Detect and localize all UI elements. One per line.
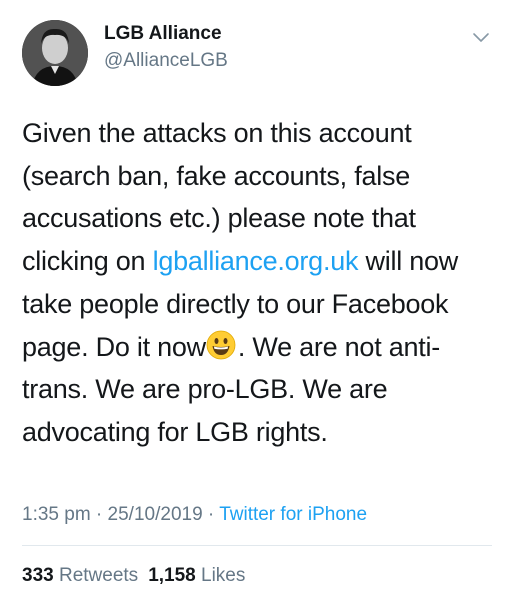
tweet-stats: 333 Retweets 1,158 Likes: [22, 565, 245, 587]
profile-photo: [22, 20, 88, 86]
meta-separator: ·: [202, 504, 220, 525]
tweet-link[interactable]: lgballiance.org.uk: [153, 246, 359, 276]
chevron-down-icon[interactable]: [470, 26, 492, 48]
author-handle[interactable]: @AllianceLGB: [104, 50, 228, 72]
retweets-label: Retweets: [58, 565, 139, 586]
avatar[interactable]: [22, 20, 88, 86]
retweets-link[interactable]: 333 Retweets: [22, 565, 138, 586]
likes-link[interactable]: 1,158 Likes: [148, 565, 245, 586]
tweet-text: Given the attacks on this account (searc…: [22, 112, 492, 454]
likes-label: Likes: [201, 565, 246, 586]
author-name[interactable]: LGB Alliance: [104, 23, 222, 45]
tweet-date[interactable]: 25/10/2019: [108, 504, 203, 525]
retweets-count: 333: [22, 565, 54, 586]
tweet-meta: 1:35 pm · 25/10/2019 · Twitter for iPhon…: [22, 504, 367, 526]
meta-separator: ·: [90, 504, 108, 525]
divider: [22, 545, 492, 546]
likes-count: 1,158: [148, 565, 196, 586]
tweet-time[interactable]: 1:35 pm: [22, 504, 91, 525]
tweet-source[interactable]: Twitter for iPhone: [219, 504, 367, 525]
grinning-face-emoji-icon: [206, 330, 238, 359]
